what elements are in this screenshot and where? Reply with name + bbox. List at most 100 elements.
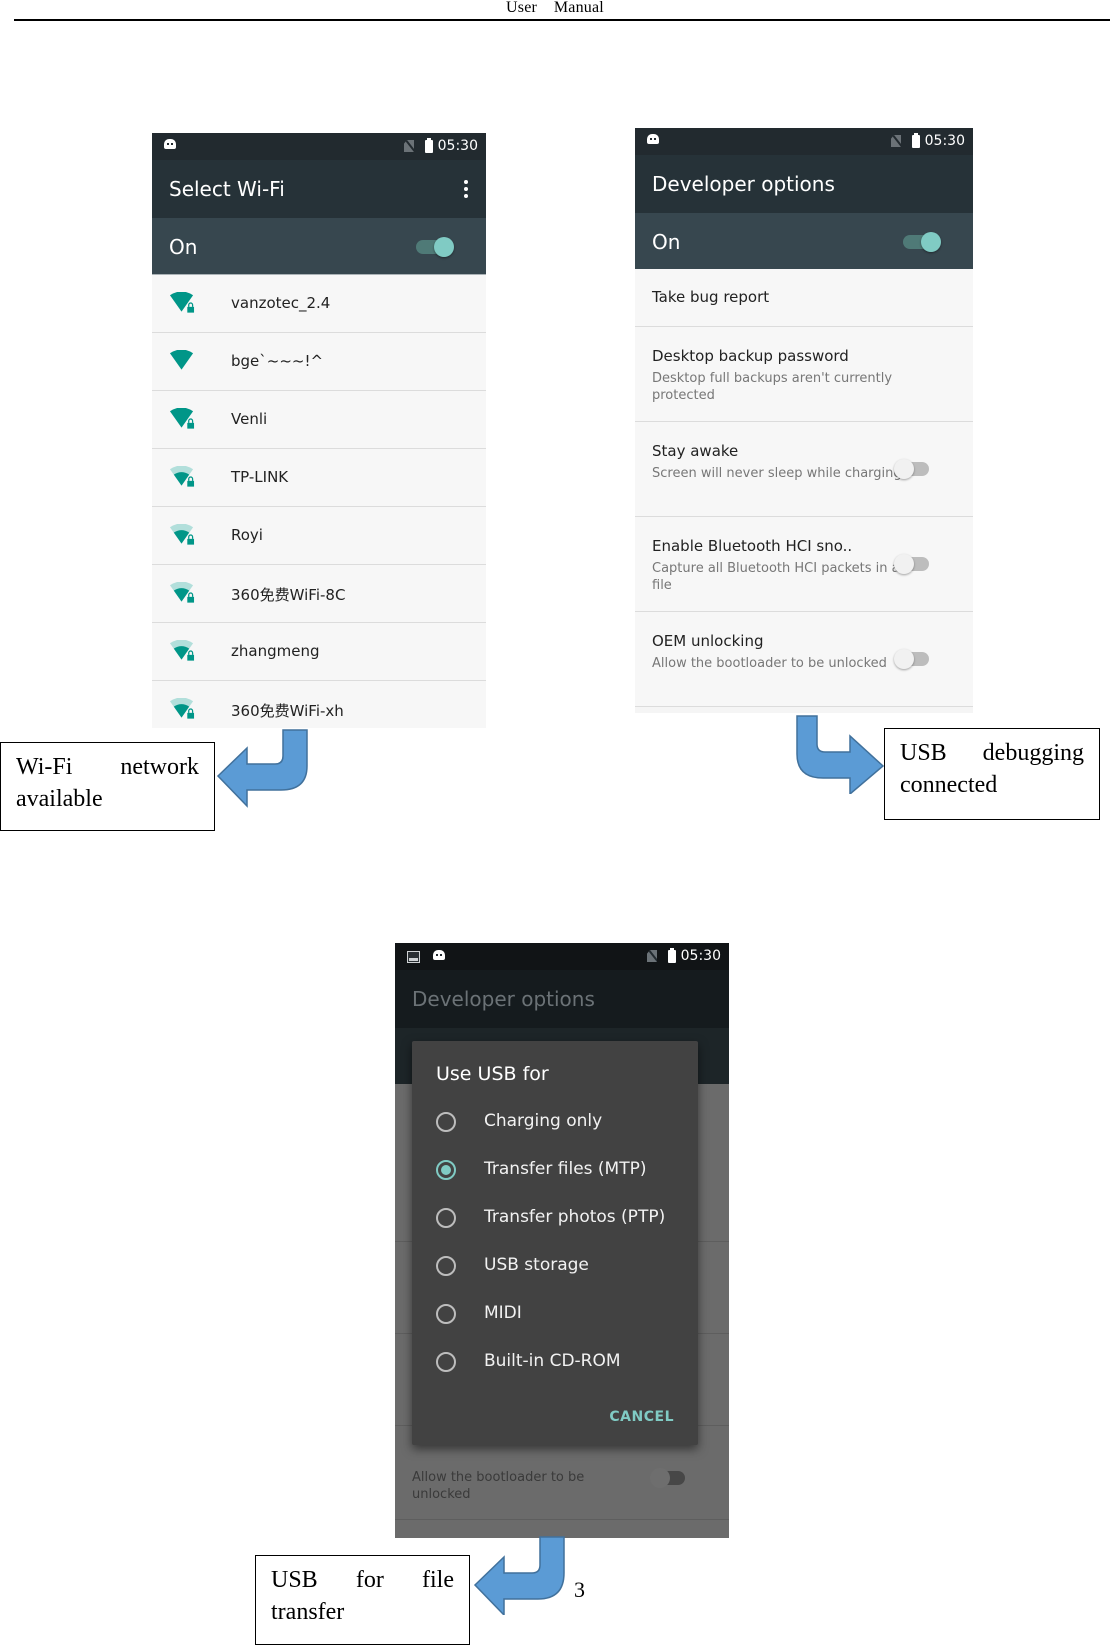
dev-item-oem-unlocking[interactable]: OEM unlocking Allow the bootloader to be… (635, 612, 973, 707)
usb-mode-screenshot: 05:30 Developer options Allow the bootlo… (395, 943, 729, 1538)
curved-arrow-right-icon (796, 715, 885, 794)
dev-item-bluetooth-hci[interactable]: Enable Bluetooth HCI sno.. Capture all B… (635, 517, 973, 612)
item-title: OEM unlocking (652, 632, 764, 650)
usb-option-item[interactable]: Transfer files (MTP) (436, 1151, 686, 1191)
item-title: Stay awake (652, 442, 739, 460)
usb-option-item[interactable]: Built-in CD-ROM (436, 1343, 686, 1383)
android-debug-icon (647, 134, 659, 144)
wifi-master-switch[interactable]: On (152, 218, 486, 275)
callout-word: USB (900, 740, 947, 766)
callout-word: network (120, 754, 199, 780)
callout-line: connected (900, 772, 998, 798)
wifi-callout: Wi-Fi network available (0, 742, 215, 831)
switch-label: On (169, 235, 198, 259)
usb-option-label: Charging only (484, 1111, 603, 1131)
image-notification-icon (407, 951, 420, 963)
dialog-title: Use USB for (436, 1063, 549, 1085)
item-subtitle: Capture all Bluetooth HCI packets in a f… (652, 561, 900, 593)
android-debug-icon (164, 139, 176, 149)
status-bar: 05:30 (395, 943, 729, 970)
wifi-ssid: zhangmeng (231, 642, 320, 660)
page-title: Select Wi-Fi (169, 177, 285, 201)
status-time: 05:30 (680, 948, 721, 964)
use-usb-dialog: Use USB for Charging only Transfer files … (412, 1041, 698, 1445)
wifi-network-item[interactable]: zhangmeng (152, 623, 486, 681)
usb-option-label: Transfer files (MTP) (484, 1159, 647, 1179)
wifi-network-item[interactable]: TP-LINK (152, 449, 486, 507)
item-title: Desktop backup password (652, 347, 849, 365)
callout-word: debugging (982, 740, 1084, 766)
wifi-network-item[interactable]: 360免费WiFi-8C (152, 565, 486, 623)
wifi-lock-icon (169, 698, 195, 719)
usb-option-item[interactable]: Transfer photos (PTP) (436, 1199, 686, 1239)
wifi-network-item[interactable]: bge`~~~!^ (152, 333, 486, 391)
dimmed-toggle (650, 1468, 685, 1488)
wifi-ssid: vanzotec_2.4 (231, 294, 331, 312)
usb-option-label: Built-in CD-ROM (484, 1351, 621, 1371)
item-subtitle: Desktop full backups aren't currently pr… (652, 371, 893, 403)
wifi-network-item[interactable]: 360免费WiFi-xh (152, 681, 486, 728)
no-sim-icon (891, 135, 901, 147)
dev-item-backup-password[interactable]: Desktop backup password Desktop full bac… (635, 327, 973, 422)
item-title: Enable Bluetooth HCI sno.. (652, 537, 853, 555)
item-subtitle: Allow the bootloader to be unlocked (652, 656, 887, 671)
dimmed-divider (395, 1519, 729, 1520)
callout-word: USB (271, 1567, 318, 1593)
radio-unchecked-icon[interactable] (436, 1112, 456, 1132)
item-subtitle: Screen will never sleep while charging (652, 466, 902, 481)
battery-icon (425, 138, 433, 153)
bluetooth-hci-toggle[interactable] (894, 554, 929, 574)
wifi-lock-icon (169, 408, 195, 429)
wifi-ssid: Royi (231, 526, 263, 544)
wifi-icon (169, 350, 194, 370)
page-title: Developer options (652, 172, 835, 196)
wifi-ssid: Venli (231, 410, 268, 428)
wifi-toggle[interactable] (416, 237, 454, 257)
developer-master-switch[interactable]: On (635, 213, 973, 269)
app-bar: Select Wi-Fi (152, 160, 486, 218)
status-time: 05:30 (924, 133, 965, 149)
dev-item-stay-awake[interactable]: Stay awake Screen will never sleep while… (635, 422, 973, 517)
wifi-network-item[interactable]: Royi (152, 507, 486, 565)
wifi-ssid: TP-LINK (231, 468, 289, 486)
oem-unlocking-toggle[interactable] (894, 649, 929, 669)
wifi-network-list: vanzotec_2.4 bge`~~~!^ Venli TP-LINK Royi 360… (152, 275, 486, 728)
battery-icon (668, 948, 676, 963)
dimmed-page-title: Developer options (412, 987, 595, 1011)
header-title: User Manual (506, 0, 604, 16)
android-debug-icon (433, 950, 445, 960)
callout-word: for (355, 1567, 384, 1593)
dimmed-app-bar: Developer options (395, 970, 729, 1028)
developer-options-screenshot: 05:30 Developer options On Take bug repo… (635, 128, 973, 713)
status-bar: 05:30 (635, 128, 973, 155)
radio-unchecked-icon[interactable] (436, 1256, 456, 1276)
wifi-screenshot: 05:30 Select Wi-Fi On vanzotec_2.4 bge`~~… (152, 133, 486, 728)
wifi-ssid: 360免费WiFi-xh (231, 702, 344, 720)
usb-debugging-callout: USB debugging connected (884, 728, 1100, 820)
curved-arrow-left-icon (473, 1536, 565, 1615)
radio-unchecked-icon[interactable] (436, 1208, 456, 1228)
status-bar: 05:30 (152, 133, 486, 160)
cancel-button[interactable]: CANCEL (609, 1409, 674, 1425)
radio-checked-icon[interactable] (436, 1160, 456, 1180)
callout-word: file (422, 1567, 454, 1593)
developer-toggle[interactable] (903, 232, 941, 252)
usb-option-item[interactable]: MIDI (436, 1295, 686, 1335)
radio-unchecked-icon[interactable] (436, 1352, 456, 1372)
radio-unchecked-icon[interactable] (436, 1304, 456, 1324)
stay-awake-toggle[interactable] (894, 459, 929, 479)
wifi-lock-icon (169, 640, 195, 661)
usb-option-item[interactable]: USB storage (436, 1247, 686, 1287)
dev-item-bug-report[interactable]: Take bug report (635, 269, 973, 327)
usb-option-item[interactable]: Charging only (436, 1103, 686, 1143)
usb-option-label: USB storage (484, 1255, 589, 1275)
more-options-icon[interactable] (464, 180, 468, 198)
wifi-network-item[interactable]: Venli (152, 391, 486, 449)
wifi-lock-icon (169, 466, 195, 487)
header-rule (14, 19, 1110, 21)
callout-word: Wi-Fi (16, 754, 73, 780)
usb-file-transfer-callout: USB for file transfer (255, 1555, 470, 1645)
no-sim-icon (647, 950, 657, 962)
wifi-lock-icon (169, 292, 195, 313)
wifi-network-item[interactable]: vanzotec_2.4 (152, 275, 486, 333)
